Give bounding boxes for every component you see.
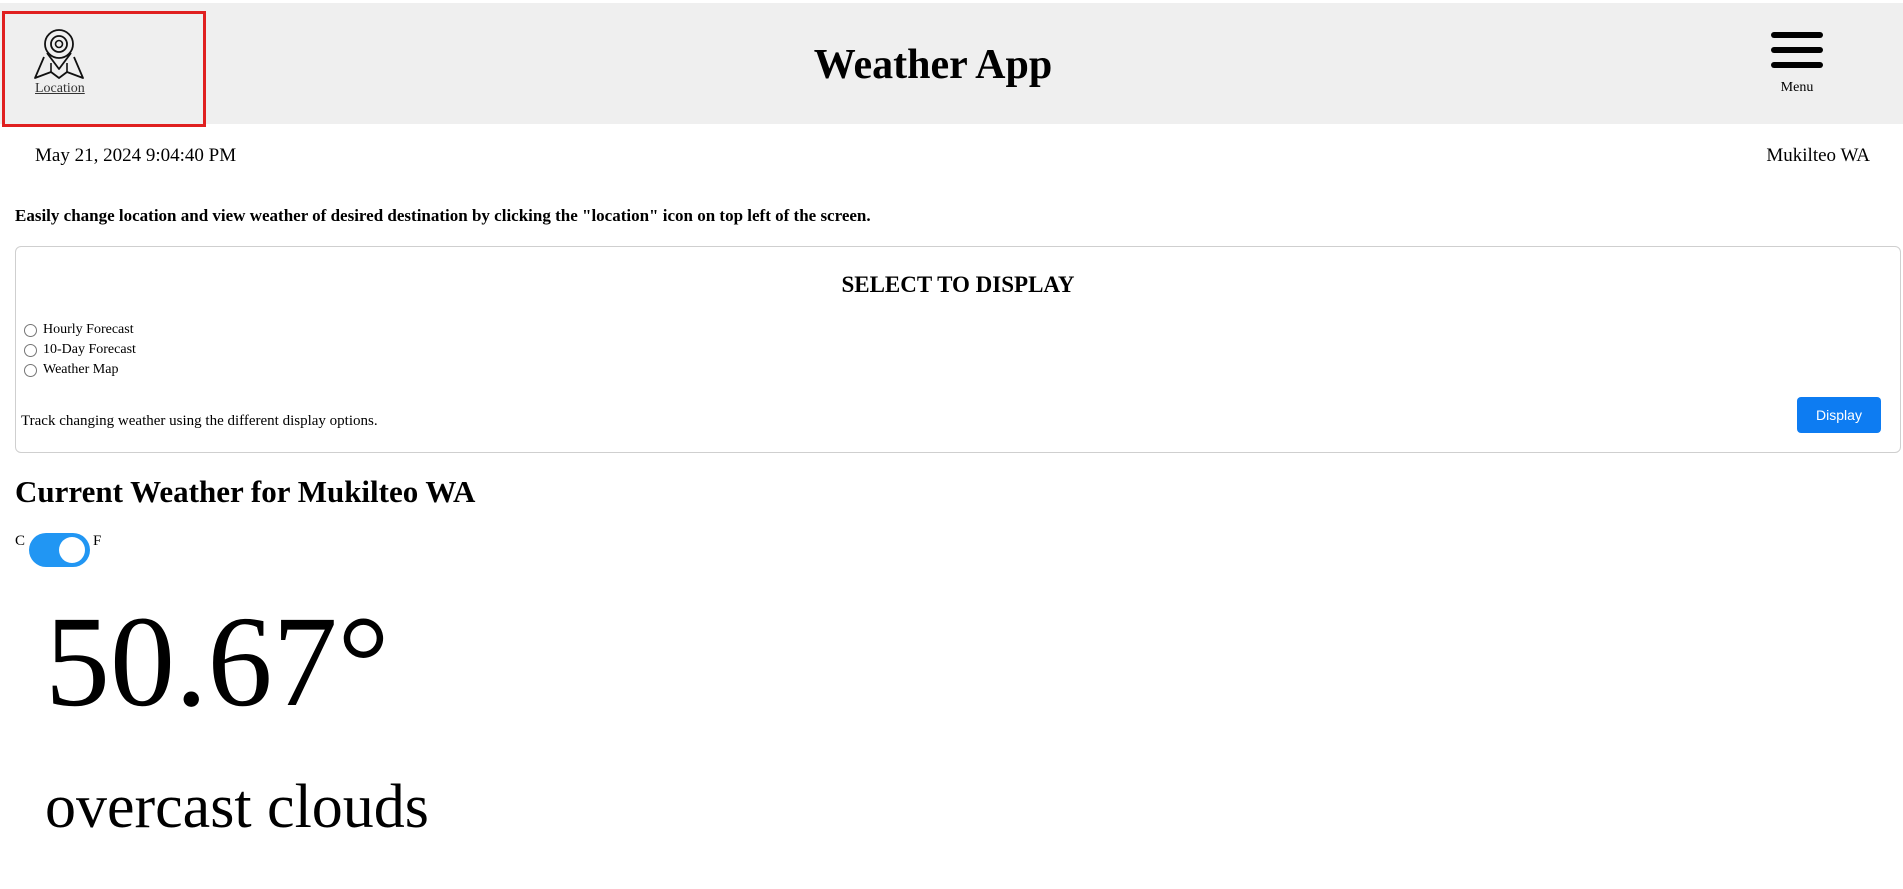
current-weather-heading: Current Weather for Mukilteo WA: [15, 474, 476, 509]
app-title: Weather App: [813, 42, 1053, 88]
current-city: Mukilteo WA: [1766, 145, 1870, 166]
current-temperature: 50.67°: [45, 590, 390, 734]
radio-button[interactable]: [24, 343, 37, 357]
display-options-panel: SELECT TO DISPLAY Hourly Forecast 10-Day…: [15, 246, 1901, 453]
location-hint-text: Easily change location and view weather …: [15, 206, 871, 225]
display-button[interactable]: Display: [1797, 397, 1881, 433]
weather-description: overcast clouds: [45, 773, 429, 841]
option-10-day-forecast[interactable]: 10-Day Forecast: [24, 342, 136, 358]
unit-toggle-switch[interactable]: [29, 533, 90, 567]
option-label: Weather Map: [43, 362, 119, 377]
radio-button[interactable]: [24, 363, 37, 377]
app-header: Weather App: [0, 3, 1903, 124]
option-label: 10-Day Forecast: [43, 342, 136, 357]
menu-label: Menu: [1780, 80, 1814, 95]
unit-label-fahrenheit: F: [93, 533, 102, 549]
unit-label-celsius: C: [15, 533, 26, 549]
radio-button[interactable]: [24, 323, 37, 337]
option-weather-map[interactable]: Weather Map: [24, 362, 118, 378]
toggle-knob: [59, 537, 85, 563]
option-label: Hourly Forecast: [43, 322, 134, 337]
display-helper-text: Track changing weather using the differe…: [21, 413, 378, 429]
menu-button[interactable]: Menu: [1765, 30, 1829, 102]
map-pin-icon[interactable]: [32, 25, 86, 81]
option-hourly-forecast[interactable]: Hourly Forecast: [24, 322, 134, 338]
current-datetime: May 21, 2024 9:04:40 PM: [35, 145, 237, 166]
location-link[interactable]: Location: [35, 81, 85, 97]
panel-title: SELECT TO DISPLAY: [841, 272, 1075, 297]
